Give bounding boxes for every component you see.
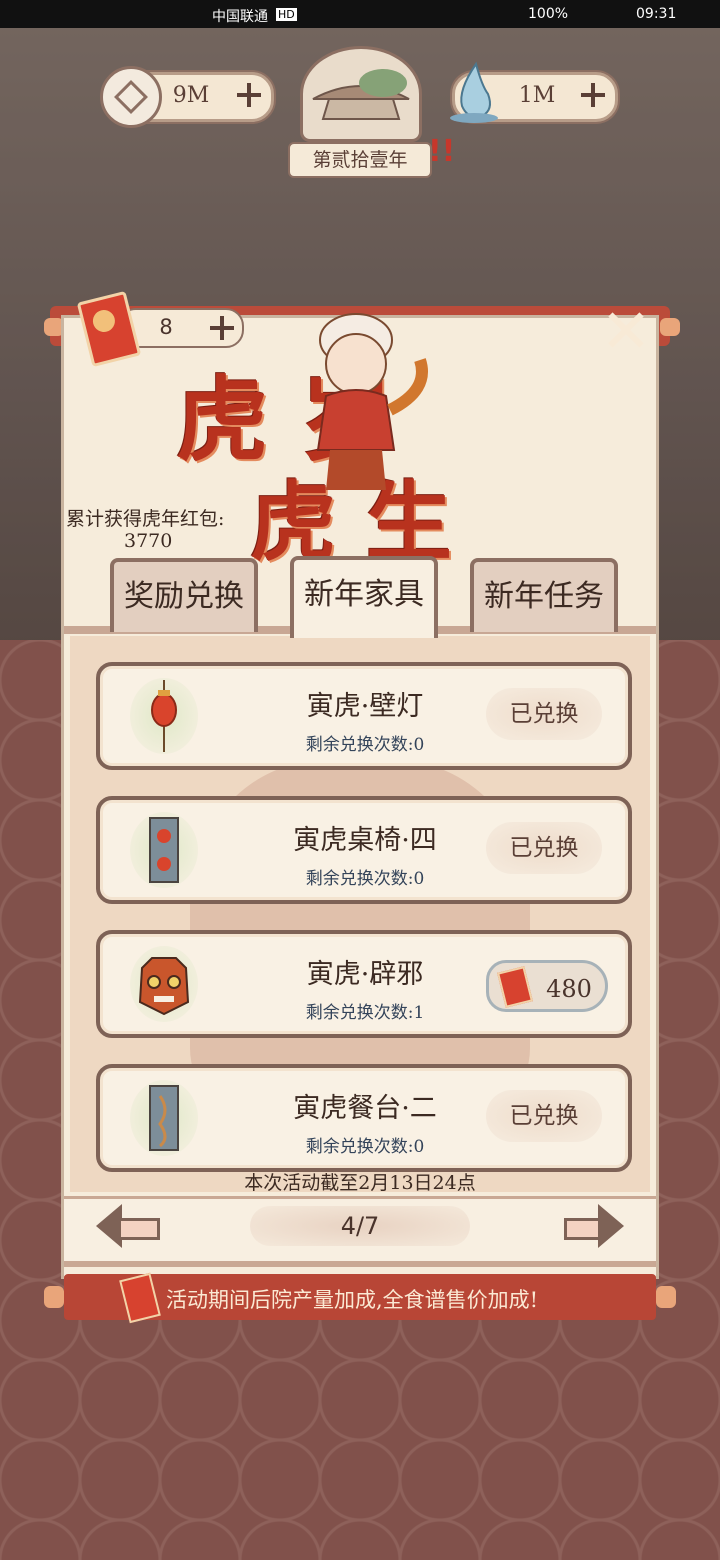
tiger-mask-icon	[130, 946, 198, 1022]
redeem-cost: 480	[546, 975, 592, 1003]
deadline-text: 本次活动截至2月13日24点	[244, 1172, 476, 1194]
lantern-icon	[130, 678, 198, 754]
redeemed-button[interactable]: 已兑换	[486, 1090, 602, 1142]
status-bar: 中国联通 HD 100% 09:31	[0, 0, 720, 28]
item-name: 寅虎·辟邪	[306, 959, 424, 990]
scroll-cap-left	[44, 1286, 64, 1308]
item-name: 寅虎餐台·二	[293, 1093, 437, 1124]
list-item: 寅虎桌椅·四 剩余兑换次数:0 已兑换	[96, 796, 632, 904]
scroll-cap-right	[660, 318, 680, 336]
scroll-cap-left	[44, 318, 64, 336]
item-remaining: 剩余兑换次数:0	[305, 869, 425, 889]
redeem-button[interactable]: 480	[486, 960, 608, 1012]
time-label: 09:31	[636, 6, 677, 22]
item-name: 寅虎·壁灯	[306, 691, 424, 722]
water-value: 1M	[518, 83, 556, 108]
scroll-cap-right	[656, 1286, 676, 1308]
battery-label: 100%	[528, 6, 569, 22]
item-remaining: 剩余兑换次数:1	[305, 1003, 425, 1023]
tab-new-year-tasks[interactable]: 新年任务	[470, 558, 618, 632]
tab-rewards[interactable]: 奖励兑换	[110, 558, 258, 632]
item-remaining: 剩余兑换次数:0	[305, 735, 425, 755]
list-item: 寅虎餐台·二 剩余兑换次数:0 已兑换	[96, 1064, 632, 1172]
list-item: 寅虎·辟邪 剩余兑换次数:1 480	[96, 930, 632, 1038]
red-envelope-icon	[497, 966, 533, 1008]
redeemed-button[interactable]: 已兑换	[486, 688, 602, 740]
add-red-packet-button[interactable]	[208, 314, 236, 342]
carrier-label: 中国联通	[212, 9, 268, 25]
close-button[interactable]	[608, 312, 644, 348]
bonus-text: 活动期间后院产量加成,全食谱售价加成!	[166, 1288, 539, 1312]
cumulative-label: 累计获得虎年红包:	[66, 508, 225, 530]
coin-icon	[100, 66, 162, 128]
pavilion-icon	[300, 46, 422, 142]
item-remaining: 剩余兑换次数:0	[305, 1137, 425, 1157]
page-indicator: 4/7	[250, 1206, 470, 1246]
year-label: 第贰拾壹年	[288, 142, 432, 178]
dining-table-icon	[130, 1080, 198, 1156]
add-water-button[interactable]	[579, 81, 607, 109]
redeemed-button[interactable]: 已兑换	[486, 822, 602, 874]
next-page-button[interactable]	[564, 1204, 624, 1248]
cumulative-value: 3770	[124, 530, 173, 552]
alert-icon: !!	[428, 134, 456, 169]
tab-new-year-furniture[interactable]: 新年家具	[290, 556, 438, 638]
arrow-right-icon	[598, 1204, 624, 1248]
table-chair-icon	[130, 812, 198, 888]
prev-page-button[interactable]	[96, 1204, 160, 1248]
hd-badge: HD	[276, 8, 297, 21]
item-name: 寅虎桌椅·四	[293, 825, 437, 856]
tiger-girl-mascot-icon	[290, 300, 430, 500]
add-coins-button[interactable]	[235, 81, 263, 109]
water-drop-icon	[448, 60, 500, 124]
list-item: 寅虎·壁灯 剩余兑换次数:0 已兑换	[96, 662, 632, 770]
